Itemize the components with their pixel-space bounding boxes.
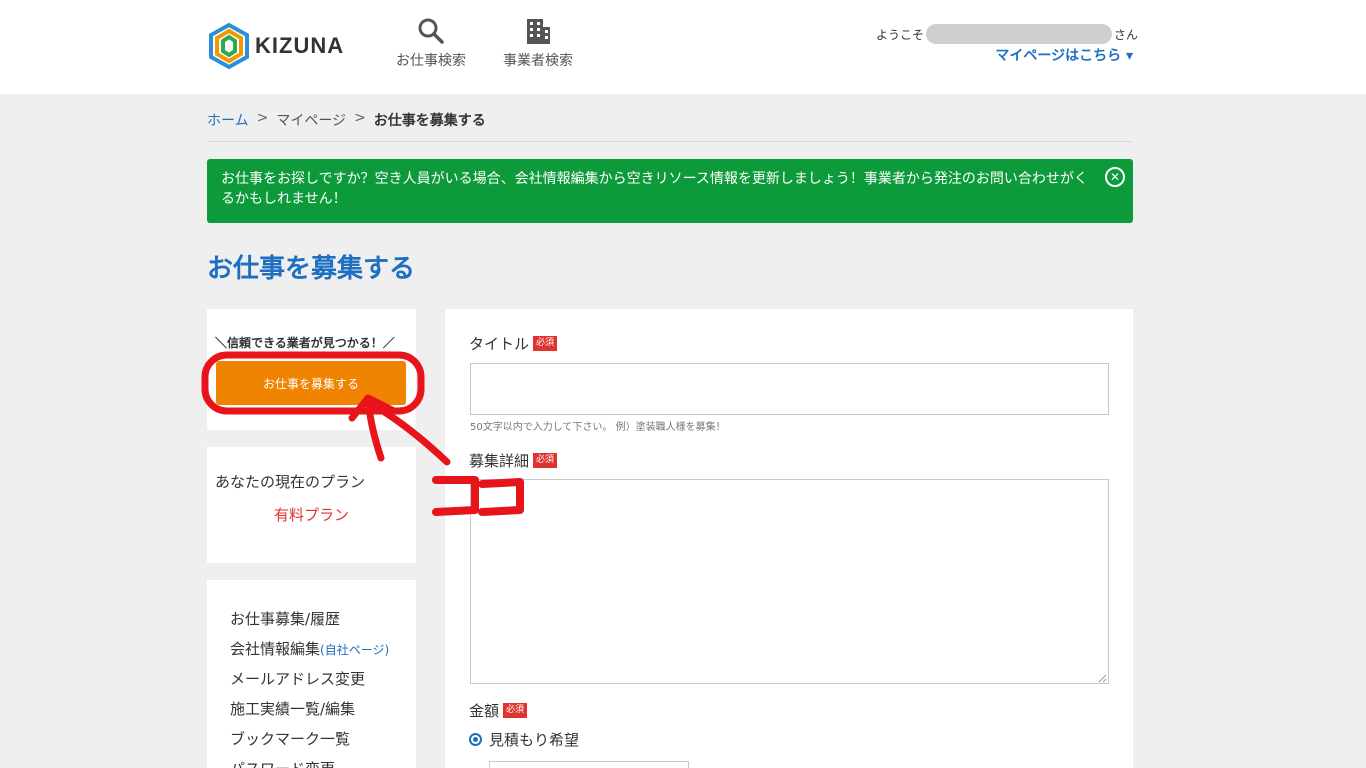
- plan-value: 有料プラン: [273, 506, 349, 524]
- kizuna-logo-icon: [209, 23, 249, 69]
- detail-field-label: 募集詳細 必須: [469, 450, 558, 471]
- username-redacted: [926, 24, 1113, 44]
- plan-card: あなたの現在のプラン 有料プラン: [207, 447, 416, 563]
- price-label-text: 金額: [469, 702, 500, 720]
- title-label-text: タイトル: [469, 335, 530, 353]
- menu-item-label: メールアドレス変更: [230, 670, 366, 688]
- breadcrumb-separator: >: [354, 110, 366, 126]
- nav-company-search[interactable]: 事業者検索: [503, 16, 573, 70]
- detail-label-text: 募集詳細: [469, 452, 530, 470]
- mypage-dropdown-link[interactable]: マイページはこちら ▾: [995, 45, 1133, 65]
- cta-tagline: ＼信頼できる業者が見つかる！／: [215, 336, 395, 350]
- menu-item-password-change[interactable]: パスワード変更: [230, 758, 389, 768]
- price-field-label: 金額 必須: [469, 700, 528, 721]
- required-badge: 必須: [533, 453, 558, 468]
- menu-item-email-change[interactable]: メールアドレス変更: [230, 668, 389, 698]
- breadcrumb-home[interactable]: ホーム: [207, 110, 249, 141]
- post-job-button[interactable]: お仕事を募集する: [216, 361, 406, 405]
- post-job-card: ＼信頼できる業者が見つかる！／ お仕事を募集する: [207, 309, 416, 430]
- breadcrumb: ホーム > マイページ > お仕事を募集する: [207, 110, 1133, 142]
- menu-item-works-edit[interactable]: 施工実績一覧/編集: [230, 698, 389, 728]
- menu-item-label: ブックマーク一覧: [230, 730, 351, 748]
- plan-label: あなたの現在のプラン: [215, 473, 366, 491]
- title-hint: 50文字以内で入力して下さい。 例）塗装職人様を募集！: [470, 422, 726, 433]
- mypage-menu: お仕事募集/履歴 会社情報編集(自社ページ) メールアドレス変更 施工実績一覧/…: [230, 608, 389, 768]
- search-icon: [418, 18, 444, 44]
- required-badge: 必須: [533, 336, 558, 351]
- price-input[interactable]: [489, 761, 689, 768]
- menu-item-label: お仕事募集/履歴: [230, 610, 341, 628]
- nav-job-search[interactable]: お仕事検索: [396, 16, 466, 70]
- notice-banner: お仕事をお探しですか？空き人員がいる場合、会社情報編集から空きリソース情報を更新…: [207, 159, 1133, 223]
- menu-item-label: 施工実績一覧/編集: [230, 700, 356, 718]
- detail-textarea[interactable]: [470, 479, 1109, 684]
- title-field-label: タイトル 必須: [469, 333, 558, 354]
- welcome-suffix: さん: [1114, 27, 1139, 42]
- welcome-prefix: ようこそ: [876, 27, 925, 42]
- menu-item-label: 会社情報編集: [230, 640, 321, 658]
- breadcrumb-separator: >: [256, 110, 269, 126]
- site-header: KIZUNA お仕事検索 事業者検索 ようこそ さん マイページはこちら ▾: [0, 0, 1366, 94]
- welcome-message: ようこそ さん: [876, 24, 1138, 44]
- menu-item-bookmarks[interactable]: ブックマーク一覧: [230, 728, 389, 758]
- menu-item-job-history[interactable]: お仕事募集/履歴: [230, 608, 389, 638]
- resize-grip-icon[interactable]: [1097, 673, 1107, 683]
- page-title: お仕事を募集する: [207, 254, 416, 284]
- breadcrumb-current: お仕事を募集する: [373, 113, 486, 129]
- notice-text: お仕事をお探しですか？空き人員がいる場合、会社情報編集から空きリソース情報を更新…: [221, 171, 1088, 207]
- mypage-menu-card: お仕事募集/履歴 会社情報編集(自社ページ) メールアドレス変更 施工実績一覧/…: [207, 580, 416, 768]
- title-input[interactable]: [470, 363, 1109, 415]
- menu-item-company-edit[interactable]: 会社情報編集(自社ページ): [230, 638, 389, 668]
- required-badge: 必須: [503, 703, 528, 718]
- price-option-label: 見積もり希望: [489, 731, 580, 749]
- nav-job-search-label: お仕事検索: [396, 53, 466, 69]
- menu-item-label: パスワード変更: [230, 760, 335, 768]
- menu-item-sub-label[interactable]: (自社ページ): [320, 643, 389, 657]
- nav-company-search-label: 事業者検索: [503, 53, 573, 69]
- kizuna-logo[interactable]: KIZUNA: [207, 22, 357, 70]
- job-post-form: タイトル 必須 50文字以内で入力して下さい。 例）塗装職人様を募集！ 募集詳細…: [445, 309, 1133, 768]
- close-circle-icon[interactable]: ✕: [1105, 167, 1125, 187]
- price-option-estimate[interactable]: 見積もり希望: [469, 729, 579, 750]
- radio-selected-icon[interactable]: [469, 733, 482, 746]
- breadcrumb-mypage[interactable]: マイページ: [276, 110, 346, 141]
- building-icon: [527, 19, 550, 44]
- logo-text: KIZUNA: [255, 33, 345, 58]
